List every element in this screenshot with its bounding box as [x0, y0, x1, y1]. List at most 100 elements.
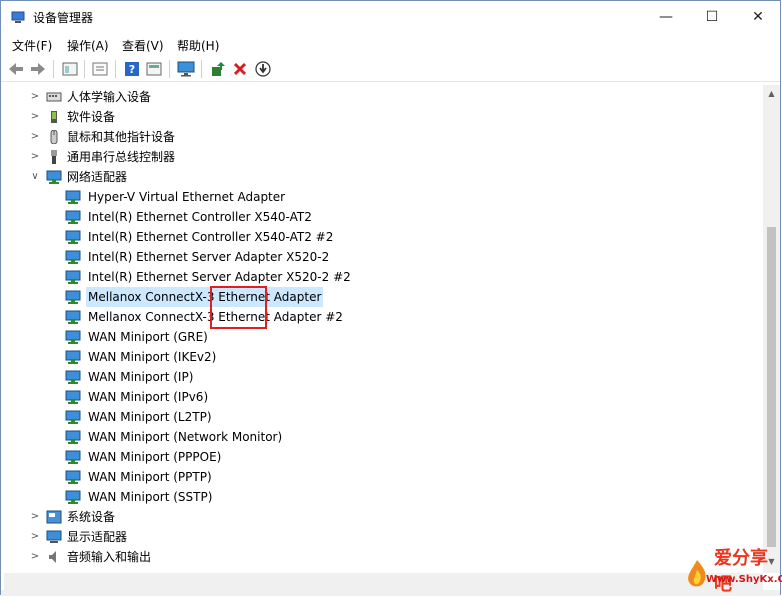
tree-label: WAN Miniport (L2TP) [88, 410, 212, 424]
network-adapter-icon [65, 470, 81, 484]
network-adapter-item[interactable]: WAN Miniport (PPTP) [4, 467, 744, 487]
tree-label: Intel(R) Ethernet Controller X540-AT2 [88, 210, 312, 224]
tree-label: 通用串行总线控制器 [67, 150, 176, 164]
network-adapter-icon [65, 270, 81, 284]
highlight-annotation-box [210, 286, 267, 329]
close-button[interactable]: ✕ [735, 1, 781, 33]
tree-label: WAN Miniport (PPPOE) [88, 450, 222, 464]
tree-label: 网络适配器 [67, 170, 128, 184]
menu-view[interactable]: 查看(V) [122, 37, 164, 54]
network-adapter-icon [65, 250, 81, 264]
menu-help[interactable]: 帮助(H) [177, 37, 219, 54]
network-adapter-icon [65, 410, 81, 424]
toolbar-separator [169, 60, 170, 78]
network-adapter-item[interactable]: WAN Miniport (IP) [4, 367, 744, 387]
device-manager-window: 设备管理器 — ☐ ✕ 文件(F) 操作(A) 查看(V) 帮助(H) ? > … [0, 0, 781, 596]
mouse-icon [50, 130, 58, 144]
vertical-scrollbar[interactable]: ▲ ▼ [763, 85, 780, 573]
tree-label: WAN Miniport (IPv6) [88, 390, 209, 404]
forward-button[interactable] [28, 59, 48, 79]
tree-category-hid[interactable]: > 人体学输入设备 [4, 87, 744, 107]
network-adapter-icon [46, 170, 62, 184]
network-adapter-item[interactable]: Mellanox ConnectX-3 Ethernet Adapter [4, 287, 744, 307]
network-adapter-item[interactable]: Hyper-V Virtual Ethernet Adapter [4, 187, 744, 207]
title-bar[interactable]: 设备管理器 — ☐ ✕ [1, 1, 780, 33]
tree-category-network[interactable]: ∨ 网络适配器 [4, 167, 744, 187]
monitor-button[interactable] [176, 59, 196, 79]
tree-label: WAN Miniport (SSTP) [88, 490, 213, 504]
toolbar-separator [84, 60, 85, 78]
network-adapter-item[interactable]: WAN Miniport (L2TP) [4, 407, 744, 427]
back-icon [9, 63, 23, 75]
tree-category-display[interactable]: > 显示适配器 [4, 527, 744, 547]
svg-text:?: ? [129, 63, 135, 76]
scan-icon [255, 61, 271, 77]
network-adapter-icon [65, 430, 81, 444]
view-icon [146, 62, 162, 76]
menu-action[interactable]: 操作(A) [67, 37, 109, 54]
network-adapter-item[interactable]: Intel(R) Ethernet Controller X540-AT2 [4, 207, 744, 227]
network-adapter-item[interactable]: WAN Miniport (GRE) [4, 327, 744, 347]
forward-icon [31, 63, 45, 75]
tree-category-usb[interactable]: > 通用串行总线控制器 [4, 147, 744, 167]
expand-chevron-icon[interactable]: > [30, 107, 40, 127]
tree-label: WAN Miniport (Network Monitor) [88, 430, 283, 444]
tree-label: 鼠标和其他指针设备 [67, 130, 176, 144]
toolbar: ? [1, 57, 780, 82]
tree-category-system[interactable]: > 系统设备 [4, 507, 744, 527]
scroll-thumb[interactable] [767, 227, 776, 547]
watermark-url: Www.ShyKx.Com [706, 574, 782, 585]
list-icon [92, 62, 108, 76]
device-tree[interactable]: > 人体学输入设备 > 软件设备 > 鼠标和其他指针设备 > 通用串行总线控制器… [4, 85, 764, 573]
network-adapter-item[interactable]: Intel(R) Ethernet Controller X540-AT2 #2 [4, 227, 744, 247]
network-adapter-item[interactable]: Intel(R) Ethernet Server Adapter X520-2 [4, 247, 744, 267]
monitor-icon [177, 61, 195, 77]
close-icon: ✕ [752, 9, 764, 25]
system-device-icon [46, 510, 62, 524]
back-button[interactable] [6, 59, 26, 79]
maximize-button[interactable]: ☐ [689, 1, 735, 33]
network-adapter-item[interactable]: WAN Miniport (IKEv2) [4, 347, 744, 367]
tree-category-mouse[interactable]: > 鼠标和其他指针设备 [4, 127, 744, 147]
audio-icon [49, 551, 56, 563]
update-driver-button[interactable] [208, 59, 228, 79]
network-adapter-icon [65, 210, 81, 224]
toolbar-separator [115, 60, 116, 78]
network-adapter-icon [65, 290, 81, 304]
list-button[interactable] [90, 59, 110, 79]
expand-chevron-icon[interactable]: > [30, 507, 40, 527]
network-adapter-icon [65, 310, 81, 324]
view-button[interactable] [144, 59, 164, 79]
device-manager-icon [11, 11, 25, 23]
site-watermark-logo: 爱分享吧 Www.ShyKx.Com [684, 544, 782, 595]
help-button[interactable]: ? [122, 59, 142, 79]
network-adapter-item[interactable]: WAN Miniport (IPv6) [4, 387, 744, 407]
uninstall-button[interactable] [230, 59, 250, 79]
tree-category-audio[interactable]: > 音频输入和输出 [4, 547, 744, 567]
network-adapter-item[interactable]: WAN Miniport (PPPOE) [4, 447, 744, 467]
expand-chevron-icon[interactable]: > [30, 87, 40, 107]
network-adapter-icon [65, 390, 81, 404]
network-adapter-item[interactable]: WAN Miniport (SSTP) [4, 487, 744, 507]
scan-button[interactable] [253, 59, 273, 79]
menu-file[interactable]: 文件(F) [12, 37, 52, 54]
minimize-button[interactable]: — [643, 1, 689, 33]
properties-button[interactable] [60, 59, 80, 79]
expand-chevron-icon[interactable]: > [30, 527, 40, 547]
network-adapter-item[interactable]: Intel(R) Ethernet Server Adapter X520-2 … [4, 267, 744, 287]
network-adapter-item[interactable]: WAN Miniport (Network Monitor) [4, 427, 744, 447]
network-adapter-item[interactable]: Mellanox ConnectX-3 Ethernet Adapter #2 [4, 307, 744, 327]
update-driver-icon [212, 62, 225, 76]
tree-label: Mellanox ConnectX-3 Ethernet Adapter [86, 287, 324, 307]
expand-chevron-icon[interactable]: > [30, 547, 40, 567]
usb-icon [51, 150, 57, 164]
display-adapter-icon [46, 530, 62, 543]
collapse-chevron-icon[interactable]: ∨ [30, 167, 40, 187]
tree-category-software[interactable]: > 软件设备 [4, 107, 744, 127]
expand-chevron-icon[interactable]: > [30, 127, 40, 147]
horizontal-scrollbar[interactable] [4, 573, 763, 590]
scroll-up-icon[interactable]: ▲ [766, 89, 777, 101]
tree-label: WAN Miniport (GRE) [88, 330, 208, 344]
tree-label: Hyper-V Virtual Ethernet Adapter [88, 190, 286, 204]
expand-chevron-icon[interactable]: > [30, 147, 40, 167]
